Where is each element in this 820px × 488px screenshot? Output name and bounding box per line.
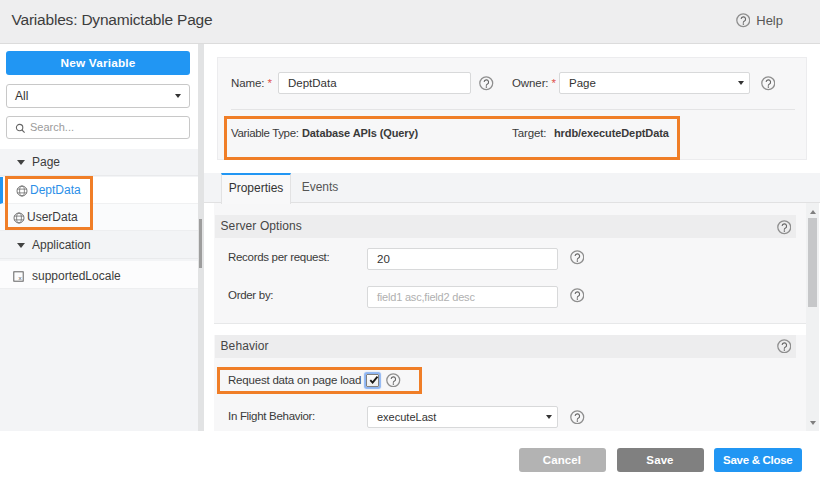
svg-text:x: x [18,274,22,281]
